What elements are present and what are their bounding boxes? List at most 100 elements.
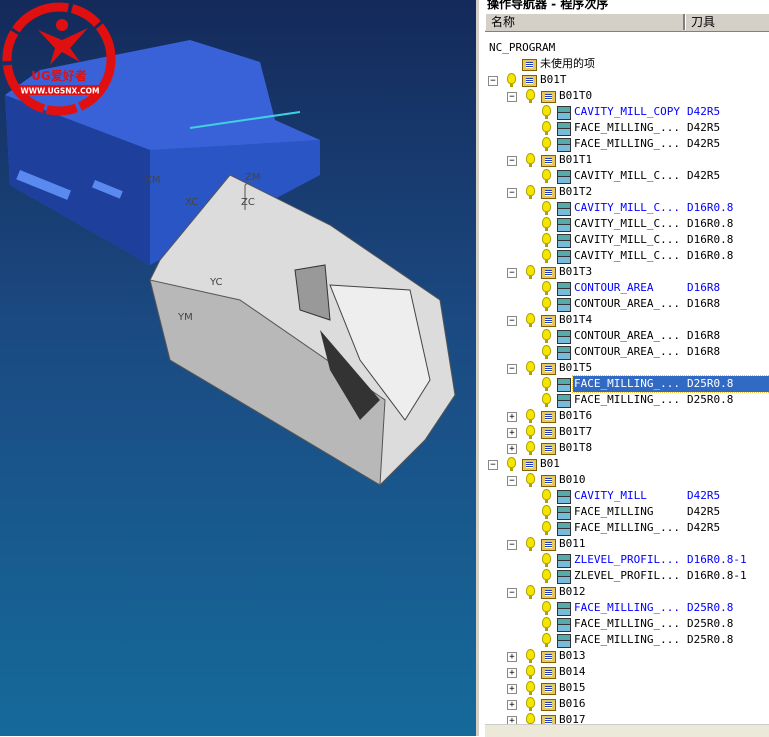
expand-icon[interactable]: +	[507, 668, 517, 678]
program-group-row[interactable]: + B01T8	[485, 440, 769, 456]
status-bulb-icon	[526, 473, 535, 487]
program-group-row[interactable]: + B014	[485, 664, 769, 680]
row-tool: D25R0.8	[687, 601, 734, 614]
program-group-row[interactable]: + B01T7	[485, 424, 769, 440]
operation-row[interactable]: CAVITY_MILL_C... D42R5	[485, 168, 769, 184]
ym-axis-label: YM	[177, 312, 193, 323]
collapse-icon[interactable]: −	[507, 540, 517, 550]
program-group-row[interactable]: − B012	[485, 584, 769, 600]
row-tool: D25R0.8	[687, 617, 734, 630]
collapse-icon[interactable]: −	[507, 188, 517, 198]
program-group-row[interactable]: − B01T4	[485, 312, 769, 328]
operation-row[interactable]: CAVITY_MILL_C... D16R0.8	[485, 216, 769, 232]
operation-row[interactable]: CAVITY_MILL_C... D16R0.8	[485, 232, 769, 248]
row-tool: D42R5	[687, 105, 721, 118]
row-name: B014	[559, 665, 586, 678]
collapse-icon[interactable]: −	[507, 364, 517, 374]
program-group-row[interactable]: − B011	[485, 536, 769, 552]
row-name: CONTOUR_AREA_...	[574, 345, 680, 358]
row-name: B012	[559, 585, 586, 598]
program-group-row[interactable]: + B013	[485, 648, 769, 664]
graphics-viewport[interactable]: XM XC ZM ZC YM YC UG爱好者 WWW.UGSNX.COM	[0, 0, 476, 736]
row-name: FACE_MILLING_...	[574, 377, 680, 390]
program-group-row[interactable]: − B01	[485, 456, 769, 472]
operation-row[interactable]: FACE_MILLING_... D25R0.8	[485, 632, 769, 648]
row-name: B01T	[540, 73, 567, 86]
collapse-icon[interactable]: −	[507, 316, 517, 326]
row-name: B016	[559, 697, 586, 710]
collapse-icon[interactable]: −	[507, 156, 517, 166]
row-tool: D16R0.8-1	[687, 569, 747, 582]
collapse-icon[interactable]: −	[488, 76, 498, 86]
program-group-row[interactable]: − B01T1	[485, 152, 769, 168]
program-group-row[interactable]: − B010	[485, 472, 769, 488]
program-group-row[interactable]: 未使用的项	[485, 56, 769, 72]
expand-icon[interactable]: +	[507, 652, 517, 662]
collapse-icon[interactable]: −	[507, 92, 517, 102]
cavity-mill-icon	[557, 282, 571, 296]
expand-icon[interactable]: +	[507, 684, 517, 694]
operation-row[interactable]: CONTOUR_AREA D16R8	[485, 280, 769, 296]
operation-row[interactable]: FACE_MILLING_... D25R0.8	[485, 600, 769, 616]
status-bulb-icon	[542, 217, 551, 231]
row-tool: D25R0.8	[687, 377, 734, 390]
collapse-icon[interactable]: −	[507, 588, 517, 598]
program-folder-icon	[541, 363, 556, 375]
program-group-row[interactable]: − B01T2	[485, 184, 769, 200]
expand-icon[interactable]: +	[507, 700, 517, 710]
operation-row[interactable]: FACE_MILLING D42R5	[485, 504, 769, 520]
column-header: 名称 刀具	[485, 14, 769, 32]
operation-row[interactable]: CAVITY_MILL D42R5	[485, 488, 769, 504]
expand-icon[interactable]: +	[507, 444, 517, 454]
program-group-row[interactable]: − B01T3	[485, 264, 769, 280]
operation-row[interactable]: FACE_MILLING_... D25R0.8	[485, 392, 769, 408]
cavity-mill-icon	[557, 490, 571, 504]
face-milling-icon	[557, 506, 571, 520]
expand-icon[interactable]: +	[507, 428, 517, 438]
operation-row[interactable]: CAVITY_MILL_C... D16R0.8	[485, 200, 769, 216]
operation-row[interactable]: CONTOUR_AREA_... D16R8	[485, 344, 769, 360]
operation-row[interactable]: CONTOUR_AREA_... D16R8	[485, 328, 769, 344]
status-bulb-icon	[526, 585, 535, 599]
row-name: 未使用的项	[540, 57, 595, 70]
column-tool-header[interactable]: 刀具	[685, 14, 769, 30]
expand-icon[interactable]: +	[507, 412, 517, 422]
collapse-icon[interactable]: −	[507, 476, 517, 486]
status-bulb-icon	[542, 297, 551, 311]
operation-row[interactable]: CONTOUR_AREA_... D16R8	[485, 296, 769, 312]
operation-row[interactable]: FACE_MILLING_... D42R5	[485, 120, 769, 136]
row-tool: D16R0.8	[687, 233, 734, 246]
status-bulb-icon	[526, 409, 535, 423]
operation-tree: NC_PROGRAM 未使用的项 − B01T − B01T0 CAVITY_MILL_CO…	[485, 32, 769, 727]
collapse-icon[interactable]: −	[507, 268, 517, 278]
operation-row[interactable]: CAVITY_MILL_COPY D42R5	[485, 104, 769, 120]
program-group-row[interactable]: + B01T6	[485, 408, 769, 424]
svg-text:WWW.UGSNX.COM: WWW.UGSNX.COM	[21, 87, 100, 96]
program-group-row[interactable]: − B01T0	[485, 88, 769, 104]
row-name: CAVITY_MILL_COPY	[574, 105, 680, 118]
row-name: CONTOUR_AREA_...	[574, 297, 680, 310]
operation-row[interactable]: FACE_MILLING_... D25R0.8	[485, 616, 769, 632]
row-tool: D25R0.8	[687, 633, 734, 646]
operation-row[interactable]: FACE_MILLING_... D42R5	[485, 136, 769, 152]
program-group-row[interactable]: − B01T	[485, 72, 769, 88]
operation-row[interactable]: FACE_MILLING_... D25R0.8	[542, 375, 769, 393]
row-name: B013	[559, 649, 586, 662]
operation-row[interactable]: ZLEVEL_PROFIL... D16R0.8-1	[485, 568, 769, 584]
status-bulb-icon	[542, 233, 551, 247]
xc-axis-label: XC	[185, 197, 198, 208]
program-group-row[interactable]: + B016	[485, 696, 769, 712]
horizontal-scrollbar[interactable]	[485, 724, 769, 737]
operation-row[interactable]: FACE_MILLING_... D42R5	[485, 520, 769, 536]
program-group-row[interactable]: − B01T5	[485, 360, 769, 376]
row-name: FACE_MILLING_...	[574, 633, 680, 646]
status-bulb-icon	[542, 617, 551, 631]
program-root-row[interactable]: NC_PROGRAM	[485, 40, 769, 56]
operation-row[interactable]: ZLEVEL_PROFIL... D16R0.8-1	[485, 552, 769, 568]
operation-row[interactable]: CAVITY_MILL_C... D16R0.8	[485, 248, 769, 264]
column-name-header[interactable]: 名称	[485, 14, 685, 30]
row-name: FACE_MILLING_...	[574, 521, 680, 534]
program-group-row[interactable]: + B015	[485, 680, 769, 696]
program-folder-icon	[541, 427, 556, 439]
collapse-icon[interactable]: −	[488, 460, 498, 470]
